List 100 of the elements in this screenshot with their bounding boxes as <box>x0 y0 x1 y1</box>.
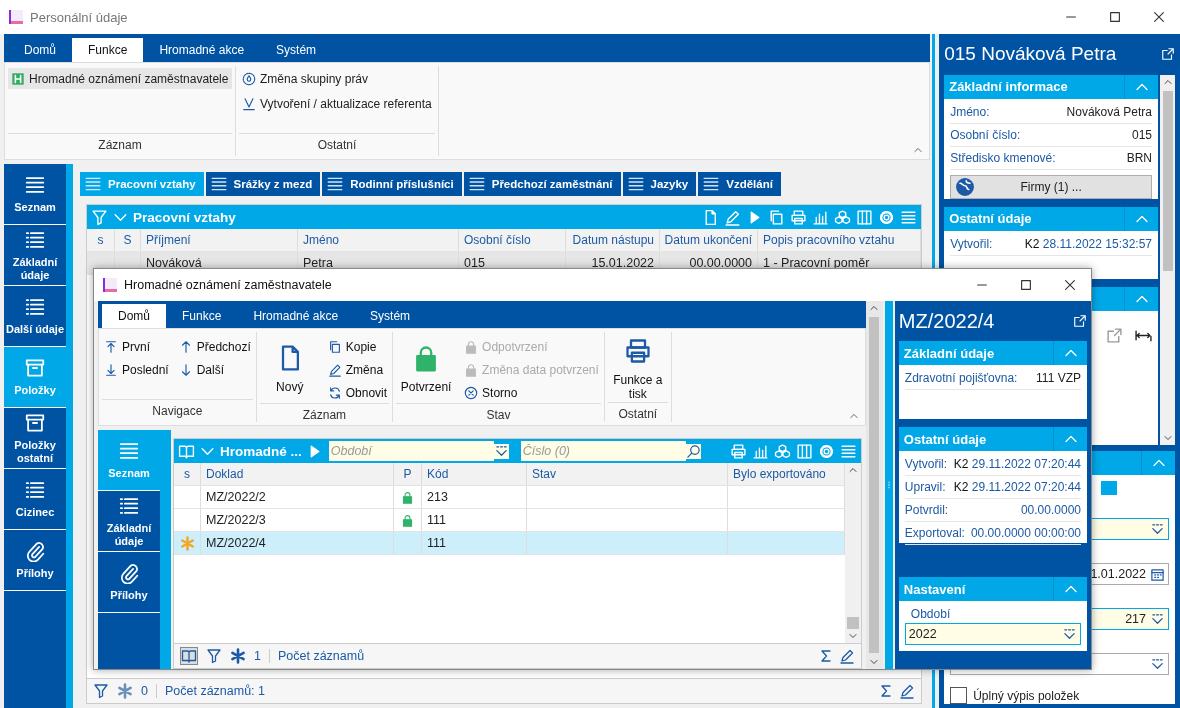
ribbon-button[interactable]: Obnovit <box>327 382 388 403</box>
ribbon-tab[interactable]: Hromadné akce <box>143 38 261 62</box>
table-cell: 213 <box>422 486 527 508</box>
column-header[interactable]: Osobní číslo <box>459 229 566 251</box>
column-header[interactable]: Stav <box>527 463 728 485</box>
pencil-icon <box>327 362 342 377</box>
field-label: Exportoval: <box>904 526 965 540</box>
ribbon-tab[interactable]: Funkce <box>166 304 238 328</box>
filter-field[interactable]: Období <box>328 441 494 461</box>
arrow-down-bar-icon <box>104 362 118 377</box>
column-header[interactable]: P <box>394 463 422 485</box>
printer-icon <box>623 337 652 365</box>
copy-icon[interactable] <box>768 208 786 226</box>
ribbon-button[interactable]: Hromadné oznámení zaměstnavatele <box>8 68 232 89</box>
pencil-icon[interactable] <box>724 208 742 226</box>
ribbon-tab[interactable]: Systém <box>354 304 427 328</box>
settings-icon[interactable] <box>878 208 896 226</box>
grid-title: Pracovní vztahy <box>133 209 236 225</box>
ribbon-button[interactable]: Funkce a tisk <box>609 336 666 402</box>
filter-icon[interactable] <box>93 683 109 699</box>
table-row[interactable]: MZ/2022/2 213 <box>174 486 845 509</box>
scroll-thumb[interactable] <box>846 617 859 629</box>
column-header[interactable]: Bylo exportováno <box>728 463 845 485</box>
printer-icon[interactable] <box>729 442 747 460</box>
book-icon[interactable] <box>180 647 198 665</box>
external-link-icon[interactable] <box>1161 47 1175 62</box>
scrollbar[interactable] <box>865 301 883 669</box>
columns-icon[interactable] <box>795 442 813 460</box>
field-value: BRN <box>1126 150 1152 165</box>
column-header[interactable]: Doklad <box>201 463 394 485</box>
filter-field[interactable]: Číslo (0) <box>520 441 686 461</box>
arrow-up-bar-icon <box>104 339 118 354</box>
ribbon-button[interactable]: Storno <box>464 382 599 403</box>
column-header[interactable]: Příjmení <box>141 229 298 251</box>
checkbox[interactable]: Úplný výpis položek <box>950 687 1169 704</box>
square-icon <box>11 71 25 86</box>
external-link-icon[interactable] <box>1073 314 1087 328</box>
tab[interactable]: Předchozí zaměstnání <box>463 172 621 196</box>
close-icon[interactable] <box>1152 10 1166 24</box>
input-field[interactable]: 2022 <box>904 623 1081 645</box>
ribbon-tab[interactable]: Domů <box>8 38 72 62</box>
filter-icon[interactable] <box>206 648 222 664</box>
table-row[interactable]: MZ/2022/4 111 <box>174 532 845 555</box>
tab[interactable]: Jazyky <box>622 172 697 196</box>
record-count: 0 <box>141 684 148 698</box>
list-icon <box>702 175 721 193</box>
companies-button[interactable]: Firmy (1) ... <box>950 174 1152 199</box>
ribbon-button[interactable]: Nový <box>261 336 318 402</box>
column-header[interactable]: Datum nástupu <box>566 229 660 251</box>
maximize-icon[interactable] <box>1108 10 1122 24</box>
ribbon-button[interactable]: Potvrzení <box>398 336 455 402</box>
list-icon <box>84 175 102 193</box>
scrollbar[interactable] <box>1160 74 1175 445</box>
group-label: Stav <box>396 403 601 426</box>
ribbon-tab[interactable]: Hromadné akce <box>237 304 355 328</box>
field-label: Jméno: <box>950 104 990 119</box>
printer-icon[interactable] <box>790 208 808 226</box>
ribbon-tab[interactable]: Funkce <box>72 38 144 62</box>
list-icon[interactable] <box>839 442 857 460</box>
ribbon-tab[interactable]: Systém <box>260 38 333 62</box>
ribbon-button[interactable]: Vytvoření / aktualizace referenta <box>239 93 435 114</box>
ribbon-button[interactable]: Kopie <box>327 336 388 357</box>
field-value: Nováková Petra <box>1066 104 1152 119</box>
cubes-icon[interactable] <box>773 442 791 460</box>
close-icon[interactable] <box>1063 278 1077 292</box>
column-header[interactable]: Datum ukončení <box>660 229 758 251</box>
maximize-icon[interactable] <box>1019 278 1033 292</box>
ribbon-button[interactable]: Změna <box>327 359 388 380</box>
cubes-icon[interactable] <box>834 208 852 226</box>
column-header[interactable]: Jméno <box>298 229 459 251</box>
tab[interactable]: Rodinní příslušníci <box>322 172 462 196</box>
ribbon-button[interactable]: Poslední <box>104 359 169 380</box>
record-count: 1 <box>254 649 261 663</box>
column-header[interactable]: s <box>87 229 115 251</box>
column-header[interactable]: Popis pracovního vztahu <box>758 229 922 251</box>
ribbon-button[interactable]: Další <box>178 359 251 380</box>
ribbon-button[interactable]: První <box>104 336 169 357</box>
table-cell: MZ/2022/3 <box>201 509 394 531</box>
ribbon-button[interactable]: Předchozí <box>178 336 251 357</box>
field-label: Upravil: <box>904 480 946 494</box>
record-title: 015 Nováková Petra <box>944 43 1117 66</box>
caret-up-icon[interactable] <box>913 145 924 155</box>
tab[interactable]: Srážky z mezd <box>205 172 321 196</box>
ribbon-button[interactable]: Změna skupiny práv <box>239 68 435 89</box>
pencil-icon[interactable] <box>838 648 855 664</box>
dropdown-icon <box>1150 656 1165 672</box>
column-header[interactable]: Kód <box>422 463 527 485</box>
ribbon-tab[interactable]: Domů <box>102 304 166 328</box>
table-cell: 111 <box>422 532 527 554</box>
pencil-icon[interactable] <box>899 683 916 699</box>
settings-icon[interactable] <box>817 442 835 460</box>
book-icon[interactable] <box>178 442 195 460</box>
scrollbar[interactable] <box>844 463 861 643</box>
tab[interactable]: Vzdělání <box>698 172 781 196</box>
list-icon[interactable] <box>900 208 918 226</box>
column-header[interactable]: s <box>174 463 201 485</box>
caret-up-icon[interactable] <box>848 411 859 421</box>
section-title: Základní údaje <box>903 345 995 361</box>
columns-icon[interactable] <box>856 208 874 226</box>
column-header[interactable]: S <box>115 229 141 251</box>
